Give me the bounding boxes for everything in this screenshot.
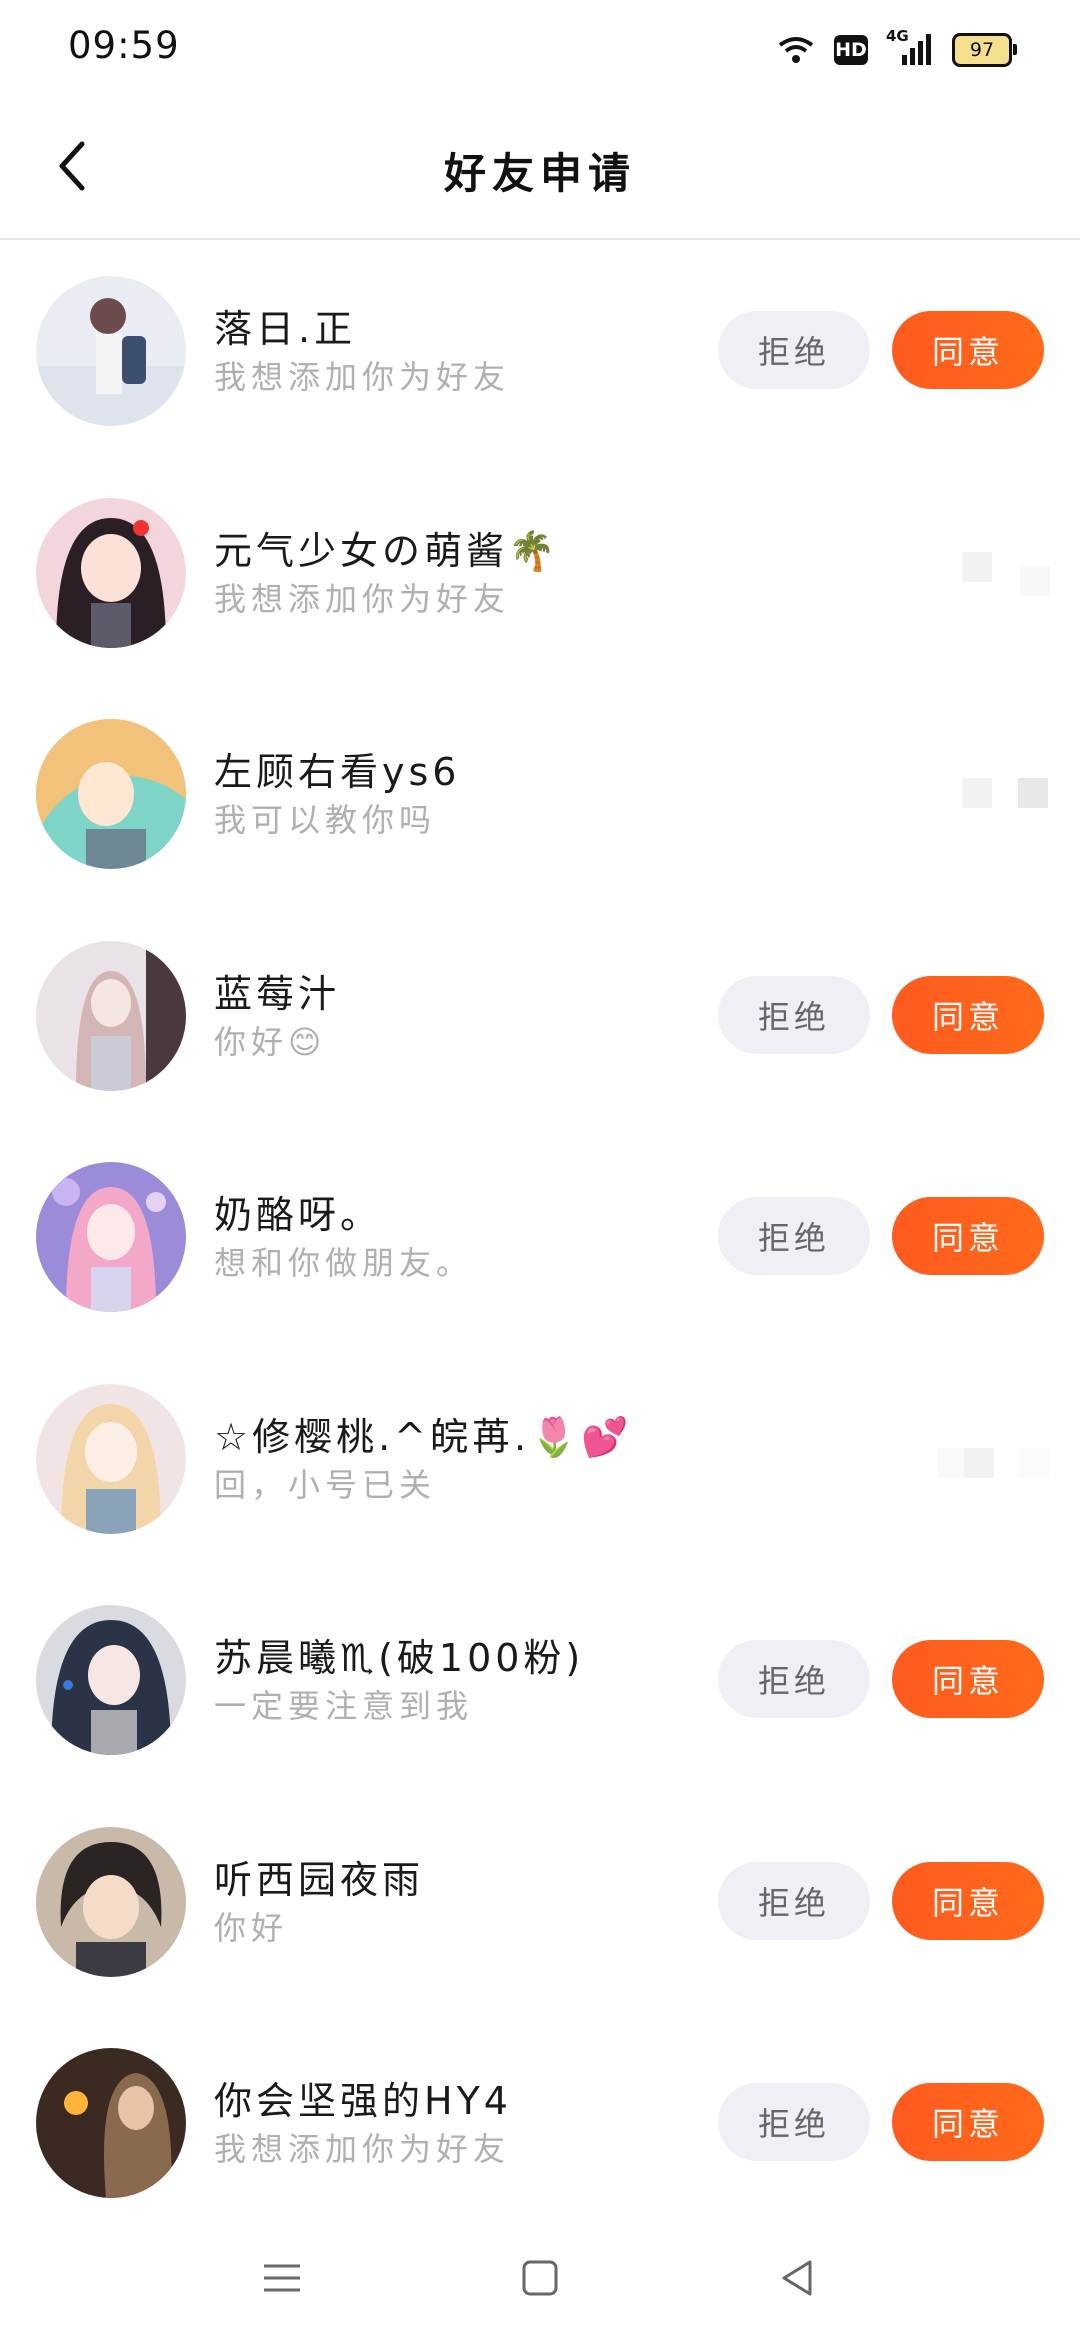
loading-placeholder: [962, 778, 992, 808]
home-button[interactable]: [510, 2248, 570, 2308]
request-message: 想和你做朋友。: [214, 1244, 474, 1282]
triangle-back-icon: [782, 2260, 812, 2296]
request-message: 我想添加你为好友: [214, 579, 511, 618]
battery-level: 97: [969, 39, 995, 61]
reject-button[interactable]: 拒绝: [718, 975, 870, 1054]
friend-request-list: 落日.正 我想添加你为好友 拒绝 同意 元气少女の萌酱🌴 我想添加你为好友 左顾…: [0, 240, 1080, 2234]
reject-button[interactable]: 拒绝: [718, 311, 870, 389]
loading-placeholder: [1020, 1447, 1050, 1478]
avatar[interactable]: [36, 2048, 186, 2198]
request-message: 你好: [214, 1908, 289, 1947]
request-row: 落日.正 我想添加你为好友 拒绝 同意: [0, 240, 1080, 462]
requester-name: 苏晨曦♏(破100粉): [214, 1636, 585, 1680]
reject-button[interactable]: 拒绝: [718, 1197, 870, 1275]
agree-button[interactable]: 同意: [892, 975, 1044, 1054]
requester-name: 听西园夜雨: [214, 1857, 425, 1902]
avatar[interactable]: [36, 719, 186, 869]
request-message: 你好😊: [214, 1022, 327, 1061]
requester-name: 左顾右看ys6: [214, 750, 461, 794]
requester-name: 你会坚强的HY4: [214, 2079, 512, 2123]
page-title: 好友申请: [443, 149, 636, 198]
requester-name: 蓝莓汁: [214, 971, 341, 1016]
request-row: 蓝莓汁 你好😊 拒绝 同意: [0, 905, 1080, 1127]
request-message: 我可以教你吗: [214, 801, 437, 839]
reject-button[interactable]: 拒绝: [718, 1640, 870, 1718]
avatar[interactable]: [36, 1383, 186, 1534]
loading-placeholder: [964, 1447, 994, 1478]
home-square-icon: [522, 2260, 558, 2296]
loading-placeholder: [1020, 565, 1050, 596]
system-back-button[interactable]: [768, 2248, 828, 2308]
wifi-icon: [778, 37, 814, 63]
avatar[interactable]: [36, 1605, 186, 1755]
avatar[interactable]: [36, 940, 186, 1091]
requester-name: 奶酪呀。: [214, 1193, 383, 1237]
requester-name: ☆修樱桃.^皖苒.🌷💕: [214, 1414, 633, 1459]
agree-button[interactable]: 同意: [892, 311, 1044, 389]
request-row: 你会坚强的HY4 我想添加你为好友 拒绝 同意: [0, 2012, 1080, 2234]
request-row: 左顾右看ys6 我可以教你吗: [0, 683, 1080, 905]
cellular-signal-icon: 4G: [886, 27, 934, 67]
requester-name: 元气少女の萌酱🌴: [214, 528, 560, 573]
agree-button[interactable]: 同意: [892, 1640, 1044, 1718]
request-row: 苏晨曦♏(破100粉) 一定要注意到我 拒绝 同意: [0, 1569, 1080, 1791]
request-message: 一定要注意到我: [214, 1687, 474, 1725]
request-row: 奶酪呀。 想和你做朋友。 拒绝 同意: [0, 1126, 1080, 1348]
loading-placeholder: [962, 551, 992, 582]
request-row: ☆修樱桃.^皖苒.🌷💕 回，小号已关: [0, 1348, 1080, 1570]
system-nav-bar: [0, 2220, 1080, 2340]
request-message: 回，小号已关: [214, 1465, 437, 1504]
request-message: 我想添加你为好友: [214, 2130, 511, 2168]
reject-button[interactable]: 拒绝: [718, 2083, 870, 2161]
avatar[interactable]: [36, 276, 186, 426]
status-icons: HD 4G 97: [776, 27, 1017, 70]
reject-button[interactable]: 拒绝: [718, 1861, 870, 1940]
agree-button[interactable]: 同意: [892, 1197, 1044, 1275]
battery-indicator: 97: [952, 33, 1017, 67]
status-bar: 09:59 HD 4G 97: [0, 0, 1080, 96]
request-row: 听西园夜雨 你好 拒绝 同意: [0, 1791, 1080, 2013]
request-row: 元气少女の萌酱🌴 我想添加你为好友: [0, 462, 1080, 684]
loading-placeholder: [1018, 778, 1048, 808]
app-header: 好友申请: [0, 96, 1080, 240]
agree-button[interactable]: 同意: [892, 2083, 1044, 2161]
avatar[interactable]: [36, 1826, 186, 1977]
avatar[interactable]: [36, 1162, 186, 1312]
agree-button[interactable]: 同意: [892, 1861, 1044, 1940]
hd-badge: HD: [834, 35, 868, 65]
status-time: 09:59: [68, 24, 180, 67]
menu-button[interactable]: [252, 2248, 312, 2308]
requester-name: 落日.正: [214, 307, 357, 351]
avatar[interactable]: [36, 497, 186, 648]
request-message: 我想添加你为好友: [214, 358, 511, 396]
menu-icon: [264, 2264, 300, 2292]
